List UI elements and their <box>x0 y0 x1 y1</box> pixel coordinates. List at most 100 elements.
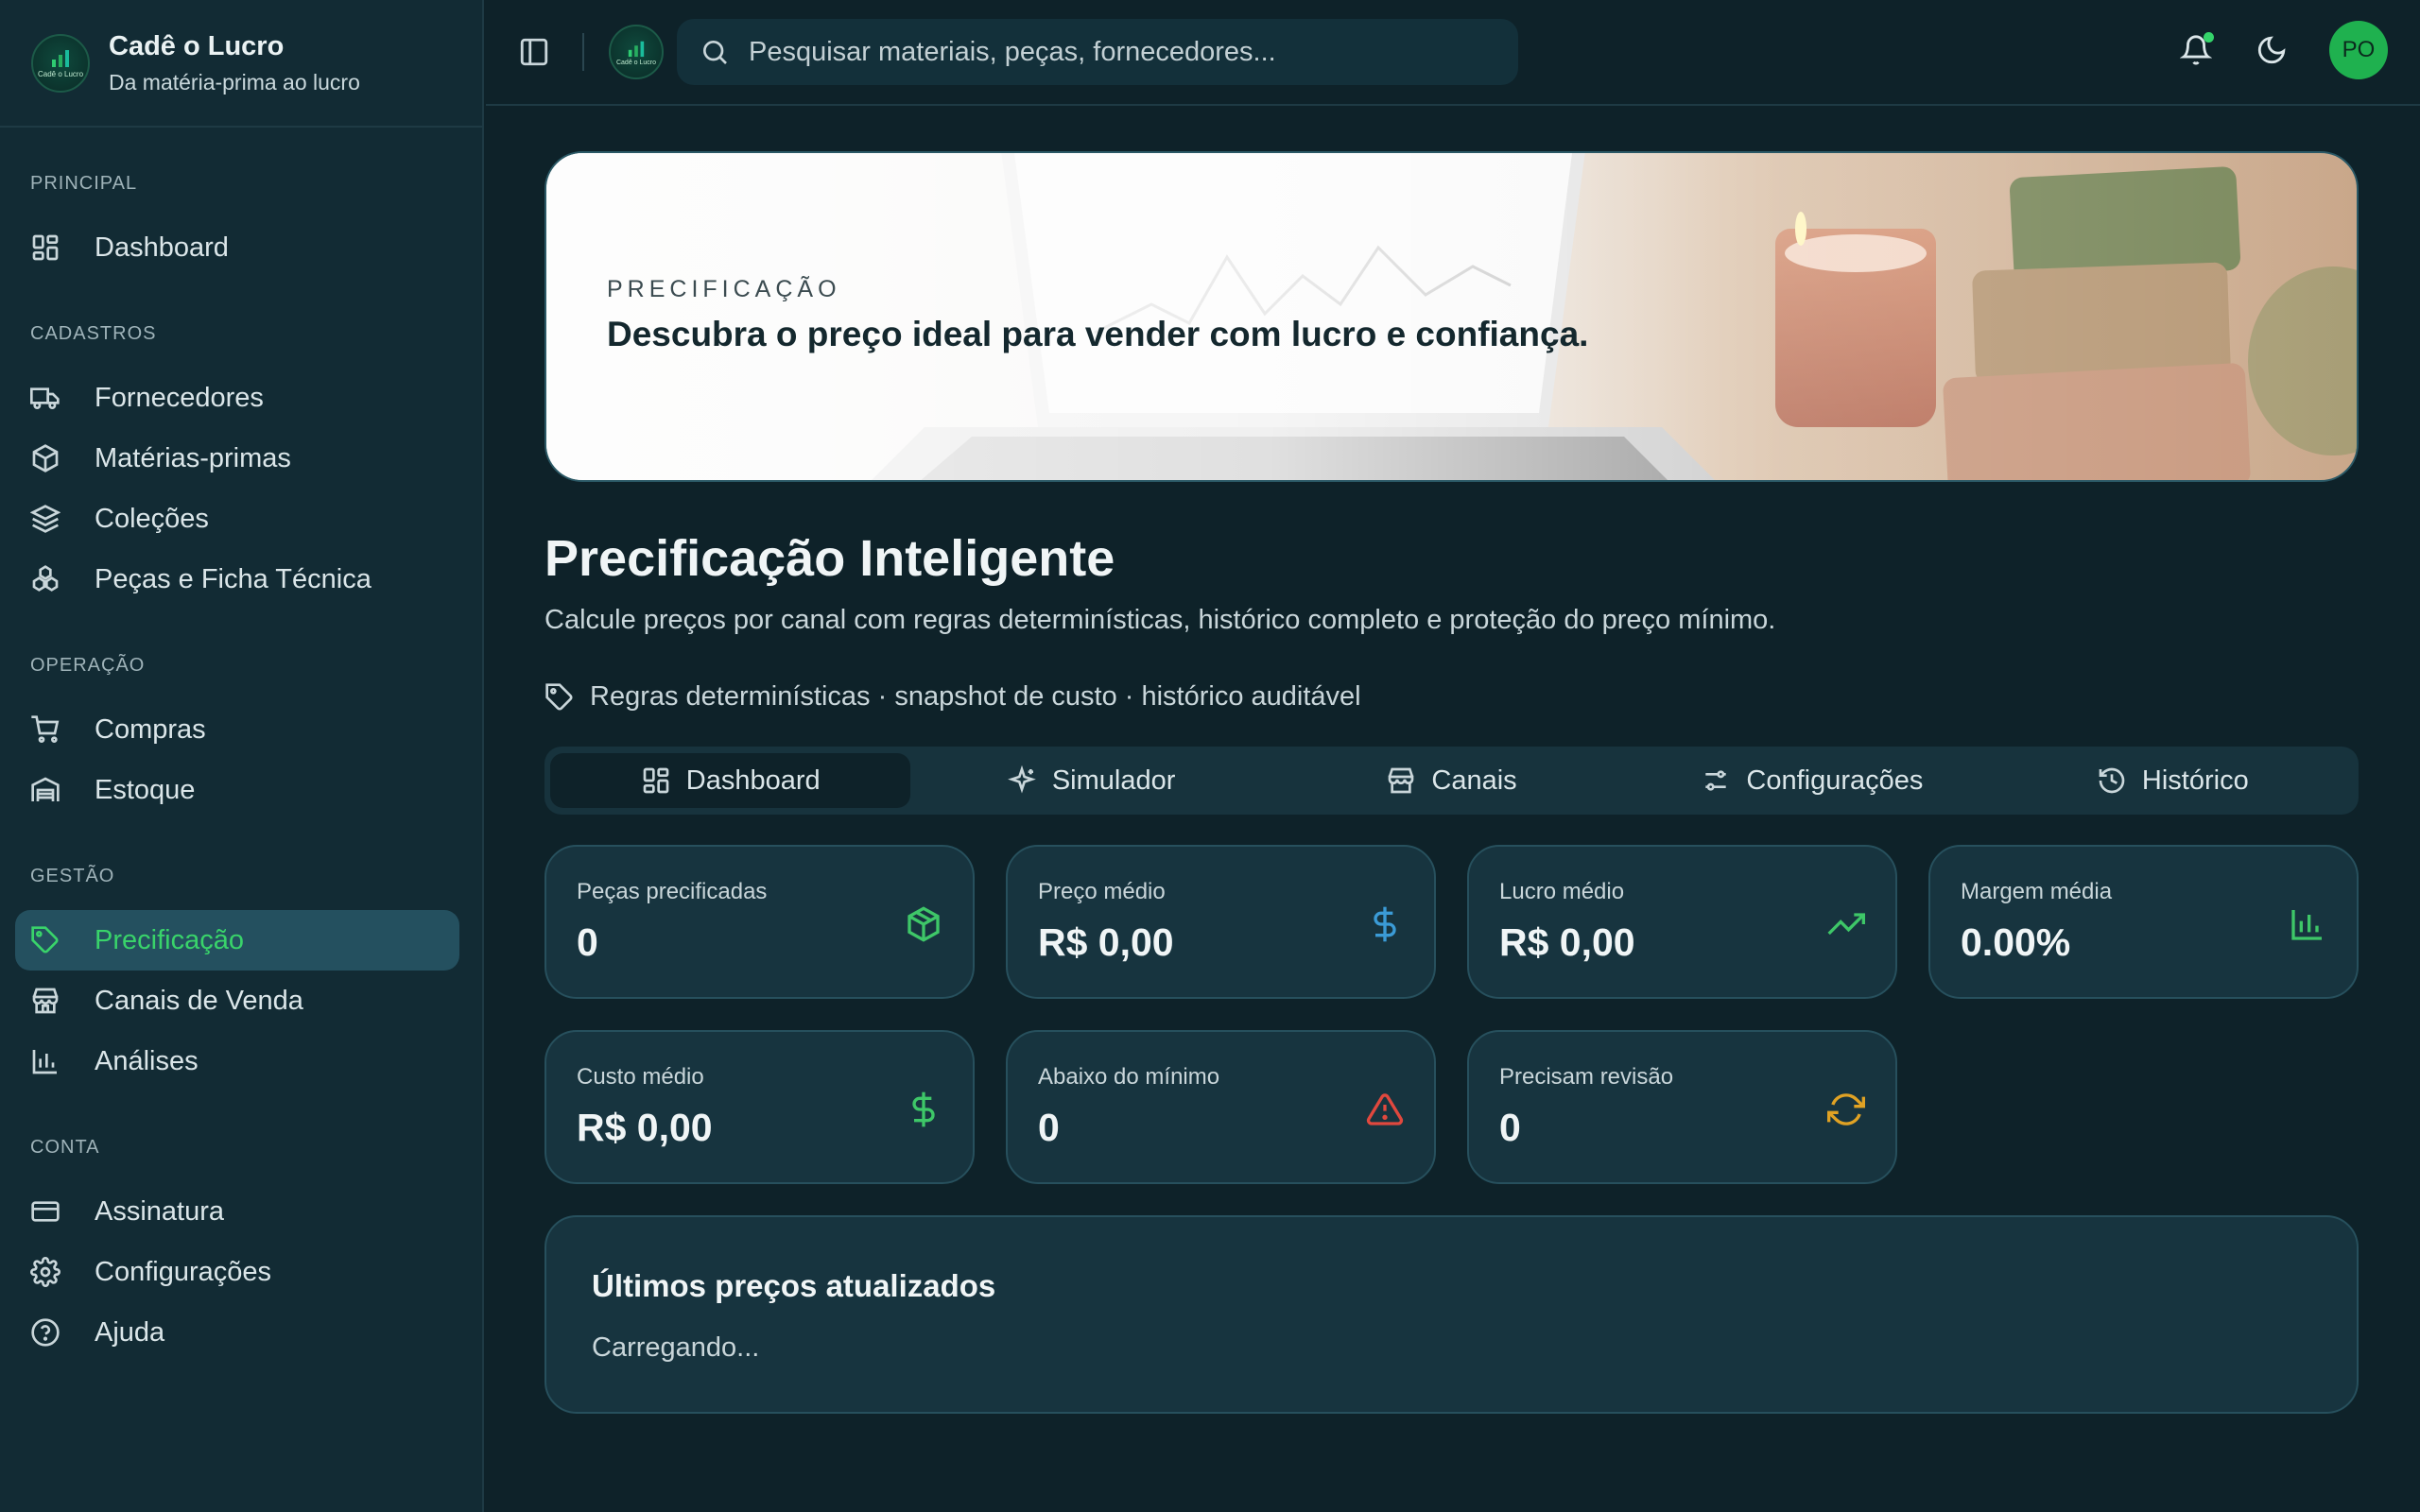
sidebar-item-label: Configurações <box>95 1256 271 1287</box>
recent-prices-panel: Últimos preços atualizados Carregando... <box>544 1215 2359 1414</box>
stat-card-lucro-medio: Lucro médio R$ 0,00 <box>1467 845 1897 999</box>
cart-icon <box>31 715 60 743</box>
moon-icon[interactable] <box>2256 34 2288 66</box>
tab-bar: Dashboard Simulador Canais Configurações… <box>544 747 2359 815</box>
gear-icon <box>30 1257 60 1287</box>
logo-text: Cadê o Lucro <box>615 59 657 66</box>
sidebar-item-materias-primas[interactable]: Matérias-primas <box>15 428 459 489</box>
sidebar-item-configuracoes[interactable]: Configurações <box>15 1242 459 1302</box>
tab-canais[interactable]: Canais <box>1271 753 1632 808</box>
sidebar-item-label: Assinatura <box>95 1195 225 1227</box>
sidebar-toggle-icon[interactable] <box>518 36 550 68</box>
header-logo[interactable]: Cadê o Lucro <box>609 25 664 79</box>
nav-section-principal: PRINCIPAL <box>30 173 138 194</box>
stat-label: Custo médio <box>577 1064 704 1090</box>
sparkles-icon <box>1007 765 1036 794</box>
sidebar-item-label: Dashboard <box>95 232 229 263</box>
tab-label: Histórico <box>2141 765 2249 796</box>
sidebar-item-dashboard[interactable]: Dashboard <box>15 217 459 278</box>
sidebar-item-compras[interactable]: Compras <box>15 699 459 760</box>
sidebar-item-label: Peças e Ficha Técnica <box>95 563 372 594</box>
notifications-button[interactable] <box>2180 32 2214 66</box>
history-icon <box>2099 767 2125 794</box>
store-icon <box>1389 767 1414 794</box>
brand-logo: Cadê o Lucro <box>31 33 90 93</box>
tab-configuracoes[interactable]: Configurações <box>1632 753 1992 808</box>
stat-label: Abaixo do mínimo <box>1038 1064 1220 1090</box>
search-input[interactable] <box>749 36 1486 68</box>
tab-label: Canais <box>1431 765 1517 796</box>
hero-banner: PRECIFICAÇÃO Descubra o preço ideal para… <box>544 151 2359 482</box>
dashboard-icon <box>32 234 59 261</box>
help-icon <box>31 1318 60 1347</box>
sidebar-item-estoque[interactable]: Estoque <box>15 760 459 820</box>
credit-card-icon <box>31 1201 60 1222</box>
sidebar-item-canais-de-venda[interactable]: Canais de Venda <box>15 971 459 1031</box>
sidebar: Cadê o Lucro Cadê o Lucro Da matéria-pri… <box>0 0 484 1512</box>
truck-icon <box>30 387 60 409</box>
stat-label: Peças precificadas <box>577 879 768 904</box>
stat-card-margem-media: Margem média 0.00% <box>1928 845 2359 999</box>
logo-chart-icon <box>628 41 645 57</box>
tab-simulador[interactable]: Simulador <box>910 753 1270 808</box>
search-bar[interactable] <box>677 19 1518 85</box>
rules-text: Regras determinísticas · snapshot de cus… <box>590 681 1361 712</box>
header-divider <box>582 33 584 71</box>
sidebar-item-label: Matérias-primas <box>95 442 291 473</box>
stat-card-precisam-revisao: Precisam revisão 0 <box>1467 1030 1897 1184</box>
tab-label: Dashboard <box>685 765 821 796</box>
sidebar-item-label: Precificação <box>95 924 244 955</box>
page-description: Calcule preços por canal com regras dete… <box>544 605 1776 635</box>
sidebar-item-label: Estoque <box>95 774 196 805</box>
tag-icon <box>545 682 573 711</box>
avatar[interactable]: PO <box>2329 21 2388 79</box>
nav-section-cadastros: CADASTROS <box>30 323 157 344</box>
sidebar-nav: PRINCIPAL Dashboard CADASTROS Fornecedor… <box>0 128 482 1363</box>
sidebar-item-pecas[interactable]: Peças e Ficha Técnica <box>15 549 459 610</box>
sidebar-item-colecoes[interactable]: Coleções <box>15 489 459 549</box>
stat-label: Precisam revisão <box>1499 1064 1674 1090</box>
logo-text: Cadê o Lucro <box>37 70 84 78</box>
rules-line: Regras determinísticas · snapshot de cus… <box>544 681 2359 713</box>
sidebar-item-label: Canais de Venda <box>95 985 303 1016</box>
banner-kicker: PRECIFICAÇÃO <box>607 276 841 302</box>
sidebar-item-ajuda[interactable]: Ajuda <box>15 1302 459 1363</box>
recent-prices-title: Últimos preços atualizados <box>592 1268 996 1303</box>
stat-label: Lucro médio <box>1499 879 1625 904</box>
dollar-icon <box>1374 906 1396 942</box>
box-icon <box>32 444 59 472</box>
banner-title: Descubra o preço ideal para vender com l… <box>607 315 1589 353</box>
tab-historico[interactable]: Histórico <box>1993 753 2353 808</box>
sidebar-item-assinatura[interactable]: Assinatura <box>15 1181 459 1242</box>
brand[interactable]: Cadê o Lucro Cadê o Lucro Da matéria-pri… <box>0 0 482 128</box>
topbar: Cadê o Lucro PO <box>486 0 2420 106</box>
sidebar-item-fornecedores[interactable]: Fornecedores <box>15 368 459 428</box>
page-title: Precificação Inteligente <box>544 530 1115 587</box>
warehouse-icon <box>31 777 60 801</box>
main-content: PRECIFICAÇÃO Descubra o preço ideal para… <box>544 151 2359 1414</box>
nav-section-operacao: OPERAÇÃO <box>30 655 146 676</box>
brand-title: Cadê o Lucro <box>109 30 285 61</box>
bar-chart-icon <box>32 1050 57 1074</box>
stats-grid: Peças precificadas 0 Preço médio R$ 0,00… <box>544 845 2359 1184</box>
stat-card-abaixo-do-minimo: Abaixo do mínimo 0 <box>1006 1030 1436 1184</box>
refresh-icon <box>1827 1093 1865 1125</box>
nav-section-conta: CONTA <box>30 1137 100 1158</box>
stat-card-preco-medio: Preço médio R$ 0,00 <box>1006 845 1436 999</box>
logo-chart-icon <box>52 50 69 67</box>
stat-card-custo-medio: Custo médio R$ 0,00 <box>544 1030 975 1184</box>
brand-subtitle: Da matéria-prima ao lucro <box>109 69 360 94</box>
sidebar-item-label: Compras <box>95 713 206 745</box>
store-icon <box>32 988 59 1014</box>
stat-label: Preço médio <box>1038 879 1166 904</box>
sidebar-item-analises[interactable]: Análises <box>15 1031 459 1091</box>
sidebar-item-label: Coleções <box>95 503 209 534</box>
dollar-icon <box>912 1091 935 1127</box>
package-icon <box>908 906 940 942</box>
sidebar-item-precificacao[interactable]: Precificação <box>15 910 459 971</box>
bar-chart-icon <box>2291 910 2322 940</box>
tab-label: Simulador <box>1051 765 1176 796</box>
nav-section-gestao: GESTÃO <box>30 866 115 886</box>
loading-text: Carregando... <box>592 1332 760 1363</box>
tab-dashboard[interactable]: Dashboard <box>550 753 911 808</box>
